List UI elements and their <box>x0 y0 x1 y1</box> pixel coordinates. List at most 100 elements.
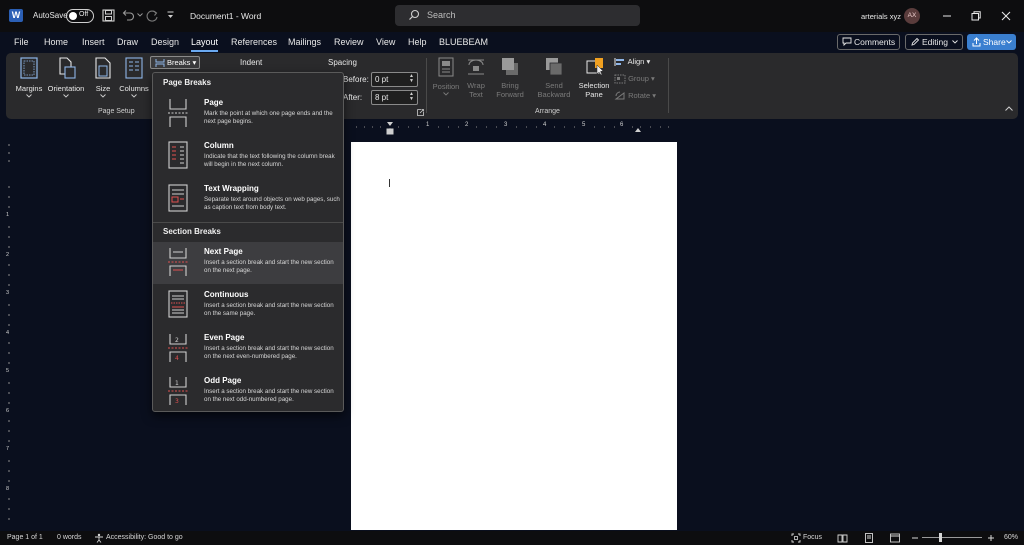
tab-references[interactable]: References <box>231 37 277 47</box>
text-wrapping-break-icon <box>167 184 189 212</box>
autosave-toggle[interactable]: Off <box>66 9 94 23</box>
spinner-arrows-icon[interactable]: ▲ ▼ <box>409 74 414 84</box>
position-label: Position <box>432 82 460 91</box>
word-count[interactable]: 0 words <box>57 534 82 541</box>
zoom-in-icon[interactable] <box>987 534 995 542</box>
svg-text:2: 2 <box>175 337 179 344</box>
breaks-dropdown-menu: Page Breaks Page Mark the point at which… <box>152 72 344 412</box>
focus-mode-button[interactable]: Focus <box>803 534 822 541</box>
restore-icon[interactable] <box>969 9 983 23</box>
print-layout-icon[interactable] <box>864 533 874 543</box>
search-icon <box>408 9 420 21</box>
document-page[interactable] <box>351 142 677 530</box>
web-layout-icon[interactable] <box>890 533 900 543</box>
ruler-number: 2 <box>6 252 10 258</box>
bring-forward-icon <box>502 58 518 75</box>
position-icon <box>438 57 454 77</box>
spinner-arrows-icon[interactable]: ▲ ▼ <box>409 92 414 102</box>
breaks-button[interactable]: Breaks ▾ <box>150 56 200 69</box>
redo-icon[interactable] <box>145 9 159 23</box>
columns-button[interactable]: Columns <box>117 57 151 98</box>
send-backward-icon <box>546 58 563 76</box>
spacing-before-input[interactable]: 0 pt ▲ ▼ <box>371 72 418 87</box>
even-page-break-icon: 24 <box>167 333 189 363</box>
ruler-number: 5 <box>6 368 10 374</box>
margins-button[interactable]: Margins <box>12 57 46 98</box>
spacing-after-input[interactable]: 8 pt ▲ ▼ <box>371 90 418 105</box>
close-icon[interactable] <box>999 9 1013 23</box>
orientation-button[interactable]: Orientation <box>44 57 88 98</box>
break-description: Insert a section break and start the new… <box>204 259 334 274</box>
selection-pane-button[interactable]: Selection Pane <box>578 57 610 99</box>
accessibility-status[interactable]: Accessibility: Good to go <box>106 534 183 541</box>
selection-pane-label: Selection Pane <box>578 81 610 99</box>
break-option-column[interactable]: Column Indicate that the text following … <box>153 136 343 178</box>
chevron-down-icon <box>26 94 32 98</box>
vertical-ruler: 1 2 3 4 5 6 7 8 <box>5 137 13 535</box>
page-count[interactable]: Page 1 of 1 <box>7 534 43 541</box>
tab-draw[interactable]: Draw <box>117 37 138 47</box>
minimize-icon[interactable] <box>940 9 954 23</box>
align-button[interactable]: Align ▾ <box>614 57 658 67</box>
align-icon <box>614 57 626 67</box>
customize-qat-icon[interactable] <box>167 11 181 25</box>
tab-view[interactable]: View <box>376 37 395 47</box>
zoom-level[interactable]: 60% <box>1004 534 1018 541</box>
tab-design[interactable]: Design <box>151 37 179 47</box>
accessibility-icon <box>94 533 104 543</box>
break-option-continuous[interactable]: Continuous Insert a section break and st… <box>153 285 343 327</box>
tab-home[interactable]: Home <box>44 37 68 47</box>
comments-button[interactable]: Comments <box>837 34 900 50</box>
rotate-button[interactable]: Rotate ▾ <box>614 91 664 101</box>
break-description: Insert a section break and start the new… <box>204 388 334 403</box>
tab-review[interactable]: Review <box>334 37 364 47</box>
left-indent-marker[interactable] <box>386 128 394 135</box>
ruler-number: 3 <box>504 122 508 128</box>
bring-forward-button[interactable]: Bring Forward <box>492 57 528 99</box>
word-app-icon: W <box>9 9 23 22</box>
group-button[interactable]: Group ▾ <box>614 74 662 84</box>
zoom-slider-thumb[interactable] <box>939 533 942 542</box>
save-icon[interactable] <box>102 9 116 23</box>
break-option-even-page[interactable]: 24 Even Page Insert a section break and … <box>153 328 343 370</box>
column-break-icon <box>167 141 189 169</box>
read-mode-icon[interactable] <box>837 533 848 543</box>
zoom-slider-track[interactable] <box>922 537 982 538</box>
next-page-break-icon <box>167 247 189 277</box>
paragraph-dialog-launcher-icon[interactable] <box>417 109 424 116</box>
chevron-down-icon: ▾ <box>652 91 657 100</box>
spacing-label: Spacing <box>328 58 357 67</box>
undo-icon[interactable] <box>121 9 135 23</box>
size-button[interactable]: Size <box>92 57 114 98</box>
user-name[interactable]: arterials xyz <box>861 12 901 21</box>
rotate-icon <box>614 91 626 101</box>
collapse-ribbon-icon[interactable] <box>1005 106 1013 111</box>
tab-insert[interactable]: Insert <box>82 37 105 47</box>
wrap-text-icon <box>468 59 484 75</box>
autosave-label: AutoSave <box>33 11 68 20</box>
share-button[interactable]: Share <box>967 34 1016 50</box>
tab-help[interactable]: Help <box>408 37 427 47</box>
spacing-before-label: Before: <box>343 75 369 84</box>
tab-file[interactable]: File <box>14 37 29 47</box>
break-title: Next Page <box>204 247 243 256</box>
zoom-out-icon[interactable] <box>911 534 919 542</box>
share-label: Share <box>983 37 1006 47</box>
send-backward-button[interactable]: Send Backward <box>534 57 574 99</box>
ruler-number: 6 <box>620 122 624 128</box>
break-option-text-wrapping[interactable]: Text Wrapping Separate text around objec… <box>153 179 343 221</box>
menu-separator <box>153 222 343 223</box>
tab-mailings[interactable]: Mailings <box>288 37 321 47</box>
tab-bluebeam[interactable]: BLUEBEAM <box>439 37 488 47</box>
chevron-down-icon <box>1006 40 1012 44</box>
break-option-odd-page[interactable]: 13 Odd Page Insert a section break and s… <box>153 371 343 413</box>
active-tab-underline <box>191 50 218 52</box>
avatar[interactable]: AX <box>904 8 920 24</box>
wrap-text-button[interactable]: Wrap Text <box>462 57 490 99</box>
position-button[interactable]: Position <box>430 57 462 96</box>
search-box[interactable]: Search <box>395 5 640 26</box>
break-option-page[interactable]: Page Mark the point at which one page en… <box>153 93 343 135</box>
editing-mode-button[interactable]: Editing <box>905 34 963 50</box>
break-option-next-page[interactable]: Next Page Insert a section break and sta… <box>153 242 343 284</box>
tab-layout[interactable]: Layout <box>191 37 218 47</box>
